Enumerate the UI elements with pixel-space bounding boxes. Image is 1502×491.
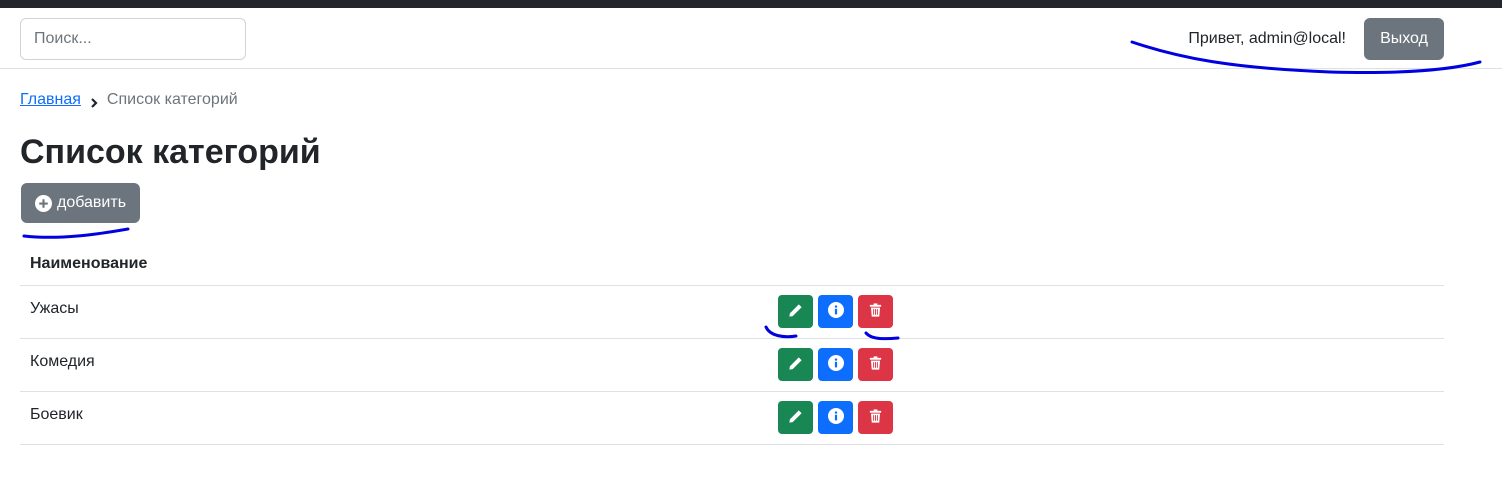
logout-button[interactable]: Выход — [1364, 18, 1444, 60]
pencil-icon — [788, 303, 803, 321]
column-header-name: Наименование — [30, 254, 148, 272]
edit-button[interactable] — [778, 348, 813, 381]
details-button[interactable] — [818, 401, 853, 434]
breadcrumb-current: Список категорий — [106, 91, 238, 108]
details-button[interactable] — [818, 295, 853, 328]
edit-button[interactable] — [778, 295, 813, 328]
trash-icon — [868, 302, 883, 321]
add-button-label: добавить — [57, 194, 127, 211]
row-actions — [778, 295, 893, 328]
table-header-row: Наименование — [20, 242, 1444, 286]
search-input[interactable] — [20, 18, 246, 60]
row-actions — [778, 348, 893, 381]
trash-icon — [868, 355, 883, 374]
user-greeting: Привет, admin@local! — [1188, 30, 1346, 47]
annotation-underline-add — [22, 227, 130, 239]
add-category-button[interactable]: добавить — [21, 183, 141, 223]
info-icon — [827, 355, 844, 374]
trash-icon — [868, 408, 883, 427]
pencil-icon — [788, 356, 803, 374]
category-name: Боевик — [30, 406, 83, 423]
info-icon — [827, 408, 844, 427]
breadcrumb: Главная Список категорий — [20, 91, 238, 109]
details-button[interactable] — [818, 348, 853, 381]
row-actions — [778, 401, 893, 434]
info-icon — [827, 302, 844, 321]
table-row: Комедия — [20, 339, 1444, 392]
categories-table: Наименование Ужасы Комедия Боевик — [20, 242, 1444, 445]
delete-button[interactable] — [858, 295, 893, 328]
top-dark-bar — [0, 0, 1502, 8]
edit-button[interactable] — [778, 401, 813, 434]
breadcrumb-home-link[interactable]: Главная — [20, 91, 81, 109]
chevron-right-icon — [90, 95, 98, 108]
category-name: Ужасы — [30, 300, 79, 317]
category-name: Комедия — [30, 353, 95, 370]
table-row: Боевик — [20, 392, 1444, 445]
table-row: Ужасы — [20, 286, 1444, 339]
delete-button[interactable] — [858, 348, 893, 381]
delete-button[interactable] — [858, 401, 893, 434]
page-title: Список категорий — [20, 133, 321, 171]
navbar: Привет, admin@local! Выход — [0, 8, 1502, 69]
plus-circle-icon — [35, 194, 52, 212]
pencil-icon — [788, 409, 803, 427]
